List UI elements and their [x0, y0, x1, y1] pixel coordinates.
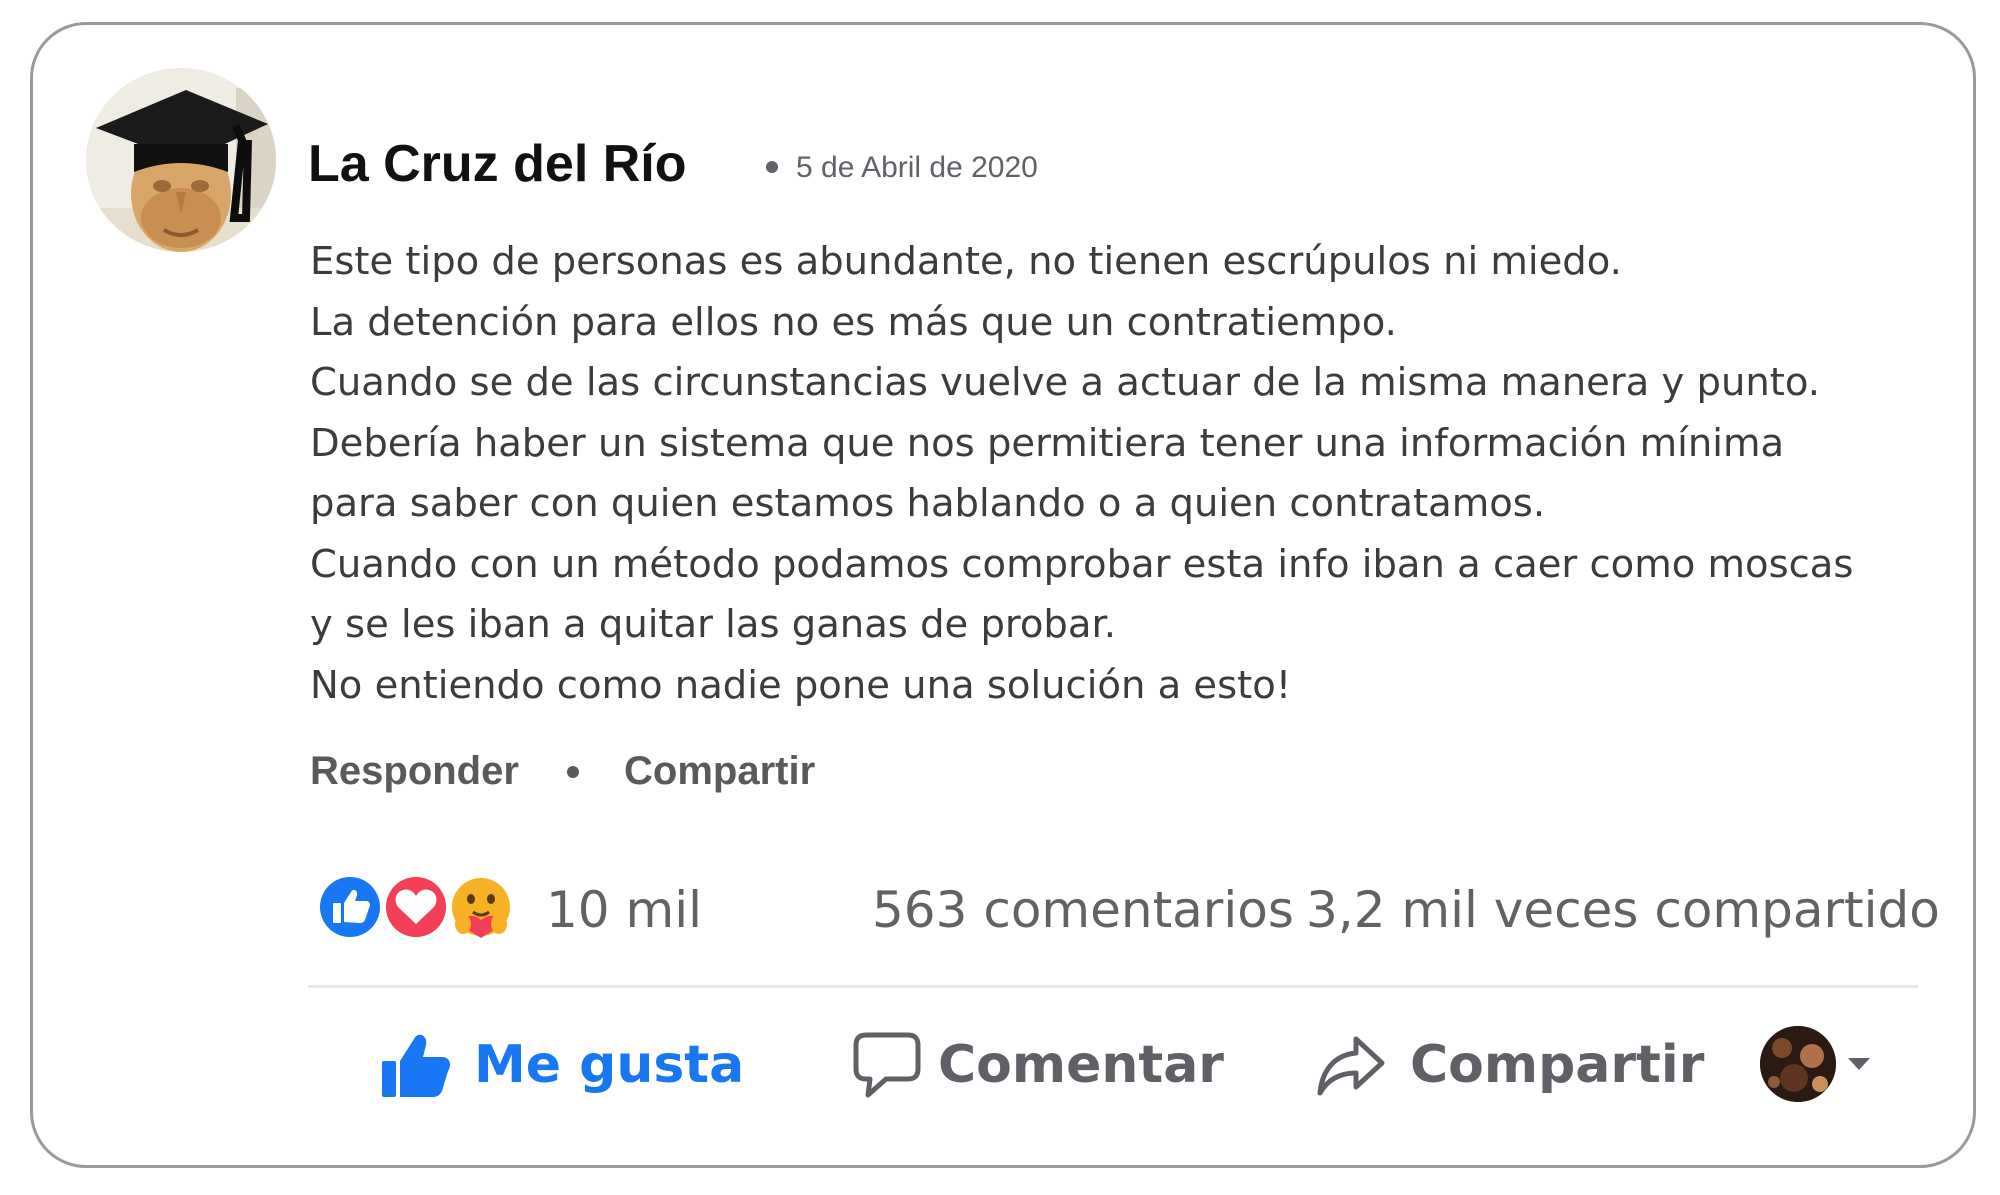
reaction-icons[interactable] [313, 872, 523, 942]
comment-body-line: Este tipo de personas es abundante, no t… [310, 239, 1622, 284]
comment-body-line: Debería haber un sistema que nos permiti… [310, 420, 1785, 466]
love-reaction-icon [383, 874, 449, 940]
chevron-down-icon [1848, 1058, 1870, 1070]
profile-switcher[interactable] [1760, 1026, 1880, 1102]
comments-count[interactable]: 563 comentarios [872, 880, 1294, 940]
reply-link[interactable]: Responder [310, 748, 519, 794]
comment-body-line: No entiendo como nadie pone una solución… [310, 662, 1292, 708]
separator-dot [766, 161, 778, 173]
share-label: Compartir [1410, 1035, 1705, 1095]
speech-bubble-icon [853, 1032, 921, 1098]
divider [308, 985, 1918, 988]
comment-body-line: para saber con quien estamos hablando o … [310, 481, 1546, 526]
comment-share-link[interactable]: Compartir [624, 748, 815, 794]
separator-dot [567, 766, 579, 778]
comment-date[interactable]: 5 de Abril de 2020 [796, 150, 1038, 186]
shares-count[interactable]: 3,2 mil veces compartido [1306, 880, 1940, 940]
thumbs-up-icon [382, 1034, 450, 1097]
user-avatar [1760, 1026, 1836, 1102]
comment-body-line: y se les iban a quitar las ganas de prob… [310, 602, 1116, 647]
avatar-image [86, 68, 276, 252]
comment-body-line: Cuando con un método podamos comprobar e… [310, 541, 1854, 587]
author-name[interactable]: La Cruz del Río [308, 134, 686, 194]
comment-body-line: Cuando se de las circunstancias vuelve a… [310, 360, 1820, 405]
care-reaction-icon [449, 875, 513, 939]
reaction-count[interactable]: 10 mil [546, 880, 702, 940]
share-arrow-icon [1317, 1036, 1385, 1096]
share-button[interactable]: Compartir [1316, 1020, 1704, 1110]
comment-body: Este tipo de personas es abundante, no t… [310, 232, 1930, 716]
author-avatar[interactable] [86, 68, 276, 252]
like-button[interactable]: Me gusta [380, 1020, 744, 1110]
comment-body-line: La detención para ellos no es más que un… [310, 299, 1397, 345]
comment-label: Comentar [938, 1035, 1224, 1095]
comment-button[interactable]: Comentar [852, 1020, 1224, 1110]
like-label: Me gusta [474, 1035, 745, 1095]
like-reaction-icon [317, 874, 383, 940]
